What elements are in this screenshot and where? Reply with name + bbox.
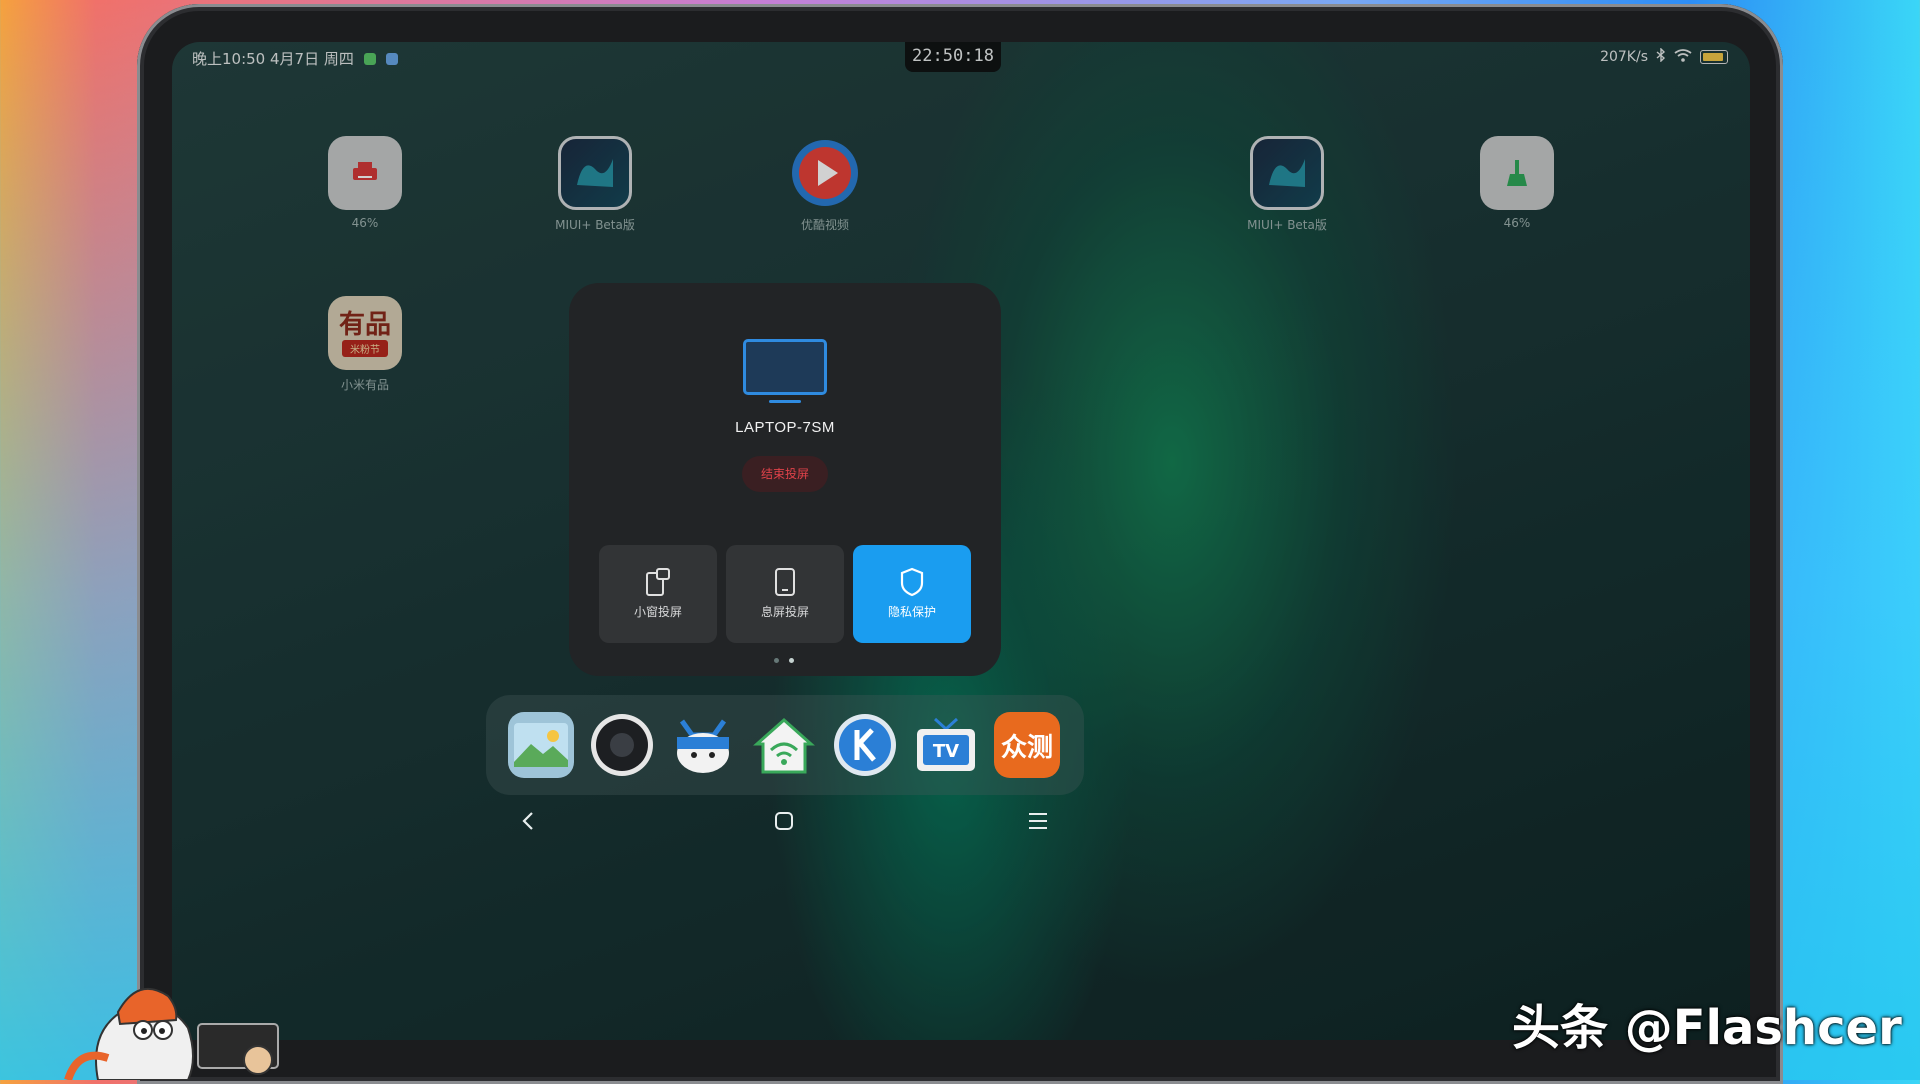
camera-icon[interactable] (589, 712, 655, 778)
home-icon[interactable] (764, 802, 804, 840)
gallery-icon[interactable] (508, 712, 574, 778)
tile-label: 息屏投屏 (760, 605, 809, 619)
home-wifi-icon[interactable] (751, 712, 817, 778)
mi-bunny-icon[interactable] (670, 712, 736, 778)
screen-cast-panel: LAPTOP-7SM 结束投屏 小窗投屏 息屏投屏 隐私保护 (569, 283, 1001, 676)
back-icon[interactable] (508, 802, 548, 840)
tile-privacy-protection[interactable]: 隐私保护 (853, 545, 971, 643)
small-window-icon (643, 567, 673, 597)
shield-icon (897, 567, 927, 597)
zhongce-logo-text: 众测 (1000, 732, 1053, 763)
phone-screen-off-icon (770, 567, 800, 597)
k-song-icon[interactable] (832, 712, 898, 778)
device-name: LAPTOP-7SM (735, 419, 835, 436)
menu-icon[interactable] (1018, 802, 1058, 840)
mascot-sticker (58, 968, 298, 1082)
tv-icon[interactable]: TV (913, 712, 979, 778)
tile-small-window-cast[interactable]: 小窗投屏 (599, 545, 717, 643)
dock: TV 众测 (486, 695, 1084, 795)
page-dot[interactable] (774, 658, 779, 663)
zhongce-icon[interactable]: 众测 (994, 712, 1060, 778)
monitor-icon (743, 339, 827, 395)
tablet-screen: 晚上10:50 4月7日 周四 22:50:18 207K/s 46% MIUI… (172, 42, 1750, 1040)
navigation-bar (172, 802, 1750, 840)
end-cast-button[interactable]: 结束投屏 (742, 456, 828, 492)
tile-label: 隐私保护 (887, 605, 936, 619)
tile-label: 小窗投屏 (633, 605, 682, 619)
page-dot-active[interactable] (789, 658, 794, 663)
monitor-stand (769, 400, 801, 403)
tile-screen-off-cast[interactable]: 息屏投屏 (726, 545, 844, 643)
watermark: 头条 @Flashcer (1512, 1000, 1902, 1056)
page-indicator (774, 658, 794, 663)
svg-text:TV: TV (933, 741, 959, 762)
